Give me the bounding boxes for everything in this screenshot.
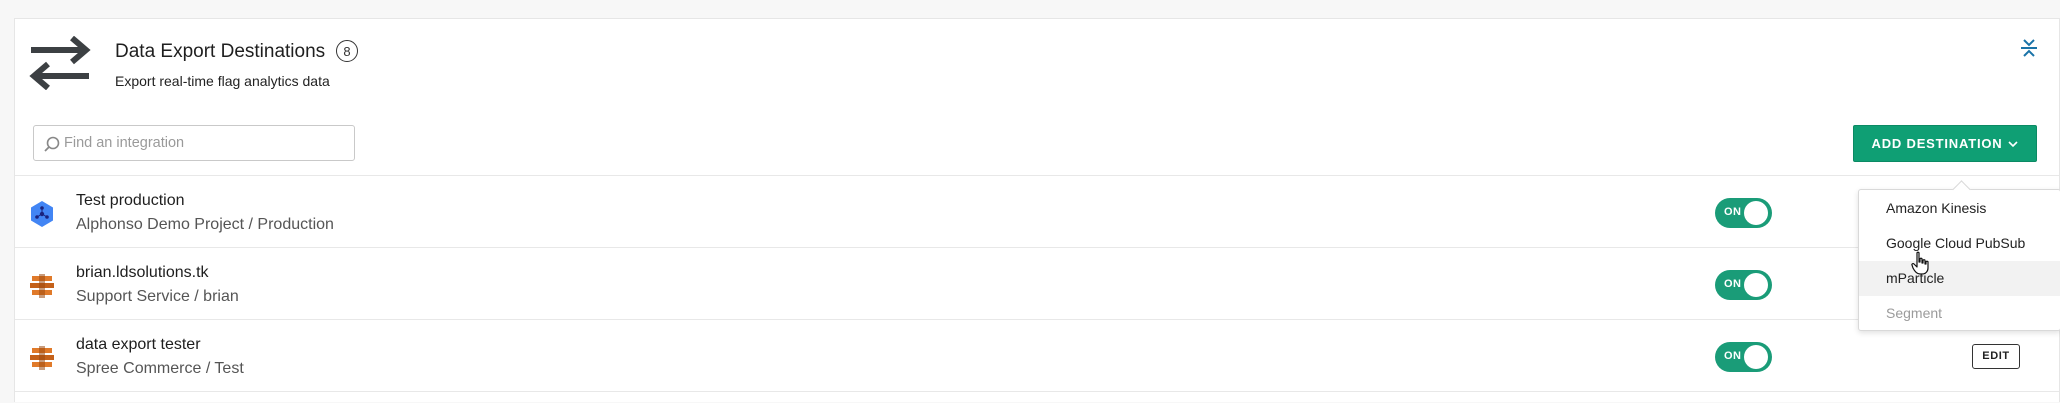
- toggle-label: ON: [1724, 350, 1742, 362]
- toggle-knob: [1744, 273, 1768, 297]
- menu-item-mparticle[interactable]: mParticle: [1859, 261, 2060, 296]
- destination-project: Alphonso Demo Project / Production: [76, 216, 334, 233]
- chevron-down-icon: [2008, 140, 2019, 147]
- toggle-knob: [1744, 201, 1768, 225]
- destination-row[interactable]: brian.ldsolutions.tk Support Service / b…: [15, 247, 2059, 319]
- toggle-knob: [1744, 345, 1768, 369]
- destination-project: Spree Commerce / Test: [76, 360, 244, 377]
- search-input[interactable]: [64, 126, 344, 160]
- destination-name: data export tester: [76, 336, 201, 353]
- add-destination-label: ADD DESTINATION: [1871, 136, 2003, 151]
- toggle-label: ON: [1724, 206, 1742, 218]
- destination-row[interactable]: Test production Alphonso Demo Project / …: [15, 175, 2059, 247]
- menu-item-segment[interactable]: Segment: [1859, 296, 2060, 331]
- aws-kinesis-icon: [30, 346, 54, 370]
- search-icon: [44, 136, 60, 152]
- menu-item-google-cloud-pubsub[interactable]: Google Cloud PubSub: [1859, 226, 2060, 261]
- destination-toggle[interactable]: ON: [1715, 198, 1772, 228]
- destination-count-badge: 8: [336, 40, 358, 62]
- destination-toggle[interactable]: ON: [1715, 342, 1772, 372]
- page-title: Data Export Destinations: [115, 41, 326, 62]
- swap-arrows-icon: [29, 36, 91, 90]
- toggle-label: ON: [1724, 278, 1742, 290]
- page-subtitle: Export real-time flag analytics data: [115, 73, 330, 89]
- destination-name: brian.ldsolutions.tk: [76, 264, 209, 281]
- aws-kinesis-icon: [30, 274, 54, 298]
- add-destination-button[interactable]: ADD DESTINATION: [1853, 125, 2037, 162]
- data-export-panel: Data Export Destinations 8 Export real-t…: [14, 18, 2060, 402]
- pointer-cursor-icon: [1911, 251, 1929, 275]
- destination-toggle[interactable]: ON: [1715, 270, 1772, 300]
- destination-row-divider: [15, 391, 2059, 403]
- edit-button[interactable]: EDIT: [1972, 344, 2020, 369]
- add-destination-menu: Amazon Kinesis Google Cloud PubSub mPart…: [1858, 180, 2060, 331]
- menu-item-amazon-kinesis[interactable]: Amazon Kinesis: [1859, 191, 2060, 226]
- destination-row[interactable]: data export tester Spree Commerce / Test…: [15, 319, 2059, 391]
- search-box[interactable]: [33, 125, 355, 161]
- destination-project: Support Service / brian: [76, 288, 239, 305]
- google-pubsub-icon: [31, 201, 53, 227]
- destination-name: Test production: [76, 192, 185, 209]
- collapse-icon[interactable]: [2018, 37, 2040, 59]
